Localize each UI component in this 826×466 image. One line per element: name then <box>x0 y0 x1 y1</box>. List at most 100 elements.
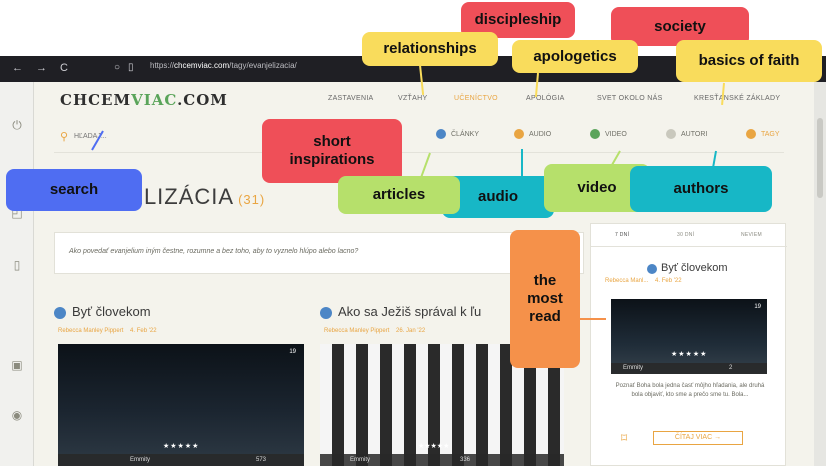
callout-search: search <box>6 169 142 211</box>
subnav-video[interactable]: VIDEO <box>590 129 627 139</box>
forward-icon[interactable]: → <box>36 62 47 74</box>
back-icon[interactable]: ← <box>12 62 23 74</box>
divider <box>54 152 784 153</box>
tab-30-days[interactable]: 30 DNÍ <box>677 232 694 238</box>
callout-relationships: relationships <box>362 32 498 66</box>
logo-right: .COM <box>177 91 228 109</box>
callout-short-inspirations-line2: inspirations <box>289 151 375 168</box>
article-type-icon <box>647 264 657 274</box>
url-path: /tagy/evanjelizacia/ <box>229 61 297 70</box>
rail-stat-left: Emmity <box>623 365 643 371</box>
share-count: 19 <box>289 349 296 355</box>
rail-date: 4. Feb '22 <box>655 278 682 284</box>
eye-icon[interactable]: ◉ <box>10 408 24 422</box>
article-count: (31) <box>238 192 266 207</box>
card-stats: Emmity 573 <box>58 454 304 466</box>
pointer-most-read <box>580 318 606 320</box>
rating-stars: ★★★★★ <box>671 351 708 358</box>
calendar-icon[interactable]: ▣ <box>10 358 24 372</box>
card-image[interactable]: 19 ★★★★★ Emmity 573 <box>58 344 304 466</box>
card-meta: Rebecca Manley Pippert 4. Feb '22 <box>58 328 157 334</box>
article-type-icon <box>54 307 66 319</box>
subnav-audio[interactable]: AUDIO <box>514 129 551 139</box>
card-title[interactable]: Ako sa Ježiš správal k ľu <box>338 304 481 319</box>
card-author[interactable]: Rebecca Manley Pippert <box>58 328 123 334</box>
intro-text: Ako povedať evanjelium iným čestne, rozu… <box>69 248 359 255</box>
callout-most-read: the most read <box>510 230 580 368</box>
callout-articles: articles <box>338 176 460 214</box>
nav-ucenictvo[interactable]: UČENÍCTVO <box>454 95 498 102</box>
card-stats: Emmity 2 <box>611 363 767 374</box>
articles-icon <box>436 129 446 139</box>
most-read-panel: 7 DNÍ 30 DNÍ NEVIEM Byť človekom Rebecca… <box>590 223 787 466</box>
subnav-authors[interactable]: AUTORI <box>666 129 707 139</box>
callout-short-inspirations: short inspirations <box>262 119 402 183</box>
subnav-tags[interactable]: TAGY <box>746 129 780 139</box>
card-date: 4. Feb '22 <box>130 328 157 334</box>
search-input[interactable] <box>74 128 194 144</box>
subnav-video-label: VIDEO <box>605 130 627 138</box>
page-scrollbar[interactable] <box>814 82 826 466</box>
lock-icon: ▯ <box>128 62 134 73</box>
card-stat-right: 336 <box>460 457 471 463</box>
power-icon[interactable]: ⏻ <box>10 118 24 132</box>
callout-most-read-line1: the <box>533 272 557 289</box>
authors-icon <box>666 129 676 139</box>
bookmark-icon[interactable]: ⌑ <box>621 431 627 445</box>
video-icon <box>590 129 600 139</box>
nav-zastavenia[interactable]: ZASTAVENIA <box>328 95 374 102</box>
card-title[interactable]: Byť človekom <box>72 304 151 319</box>
rail-stat-right: 2 <box>729 365 733 371</box>
reload-icon[interactable]: C <box>60 62 68 74</box>
nav-krestanske-zaklady[interactable]: KRESŤANSKÉ ZÁKLADY <box>694 95 780 102</box>
nav-svet-okolo-nas[interactable]: SVET OKOLO NÁS <box>597 95 663 102</box>
nav-vztahy[interactable]: VZŤAHY <box>398 95 427 102</box>
card-stat-right: 573 <box>256 457 267 463</box>
audio-icon <box>514 129 524 139</box>
callout-apologetics: apologetics <box>512 40 638 73</box>
callout-authors: authors <box>630 166 772 212</box>
phone-icon[interactable]: ▯ <box>10 258 24 272</box>
share-count: 19 <box>754 304 761 310</box>
rating-stars: ★★★★★ <box>163 443 200 450</box>
rail-article-title[interactable]: Byť človekom <box>661 262 727 274</box>
callout-most-read-line3: read <box>529 308 561 325</box>
tab-ever[interactable]: NEVIEM <box>741 232 762 238</box>
divider <box>591 246 787 247</box>
site-logo[interactable]: CHCEMVIAC.COM <box>60 91 228 109</box>
subnav-audio-label: AUDIO <box>529 130 552 138</box>
subnav-tags-label: TAGY <box>761 130 780 138</box>
scroll-thumb[interactable] <box>817 118 823 198</box>
logo-accent: VIAC <box>131 91 178 109</box>
card-meta: Rebecca Manley Pippert 26. Jan '22 <box>324 328 425 334</box>
card-stat-left: Emmity <box>350 457 370 463</box>
shield-icon: ○ <box>114 62 121 73</box>
rating-stars: ★★★★★ <box>418 443 450 450</box>
search-icon[interactable]: ⚲ <box>60 130 68 143</box>
web-page: CHCEMVIAC.COM ZASTAVENIA VZŤAHY UČENÍCTV… <box>34 82 814 466</box>
address-bar[interactable]: https://chcemviac.com/tagy/evanjelizacia… <box>150 61 297 70</box>
rail-article-image[interactable]: 19 ★★★★★ Emmity 2 <box>611 299 767 374</box>
rail-meta: Rebecca Manl... 4. Feb '22 <box>605 278 682 284</box>
subnav-articles[interactable]: ČLÁNKY <box>436 129 479 139</box>
callout-short-inspirations-line1: short <box>313 133 351 150</box>
callout-basics-of-faith: basics of faith <box>676 40 822 82</box>
subnav-authors-label: AUTORI <box>681 130 708 138</box>
browser-sidebar: ⏻ ◰ ▯ ▣ ◉ <box>0 82 34 466</box>
tags-icon <box>746 129 756 139</box>
rail-author[interactable]: Rebecca Manl... <box>605 278 648 284</box>
callout-most-read-line2: most <box>527 290 563 307</box>
logo-left: CHCEM <box>60 91 132 109</box>
card-stat-left: Emmity <box>130 457 150 463</box>
subnav-articles-label: ČLÁNKY <box>451 130 480 138</box>
read-more-button[interactable]: ČÍTAJ VIAC → <box>653 431 743 445</box>
card-stats: Emmity 336 <box>320 454 564 466</box>
pointer-audio <box>521 149 523 179</box>
rail-excerpt: Poznať Boha bola jedna časť môjho hľadan… <box>615 383 765 398</box>
article-type-icon <box>320 307 332 319</box>
nav-apologia[interactable]: APOLÓGIA <box>526 95 565 102</box>
tab-7-days[interactable]: 7 DNÍ <box>615 232 629 238</box>
card-author[interactable]: Rebecca Manley Pippert <box>324 328 389 334</box>
url-host: chcemviac.com <box>174 61 230 70</box>
intro-box: Ako povedať evanjelium iným čestne, rozu… <box>54 232 584 274</box>
